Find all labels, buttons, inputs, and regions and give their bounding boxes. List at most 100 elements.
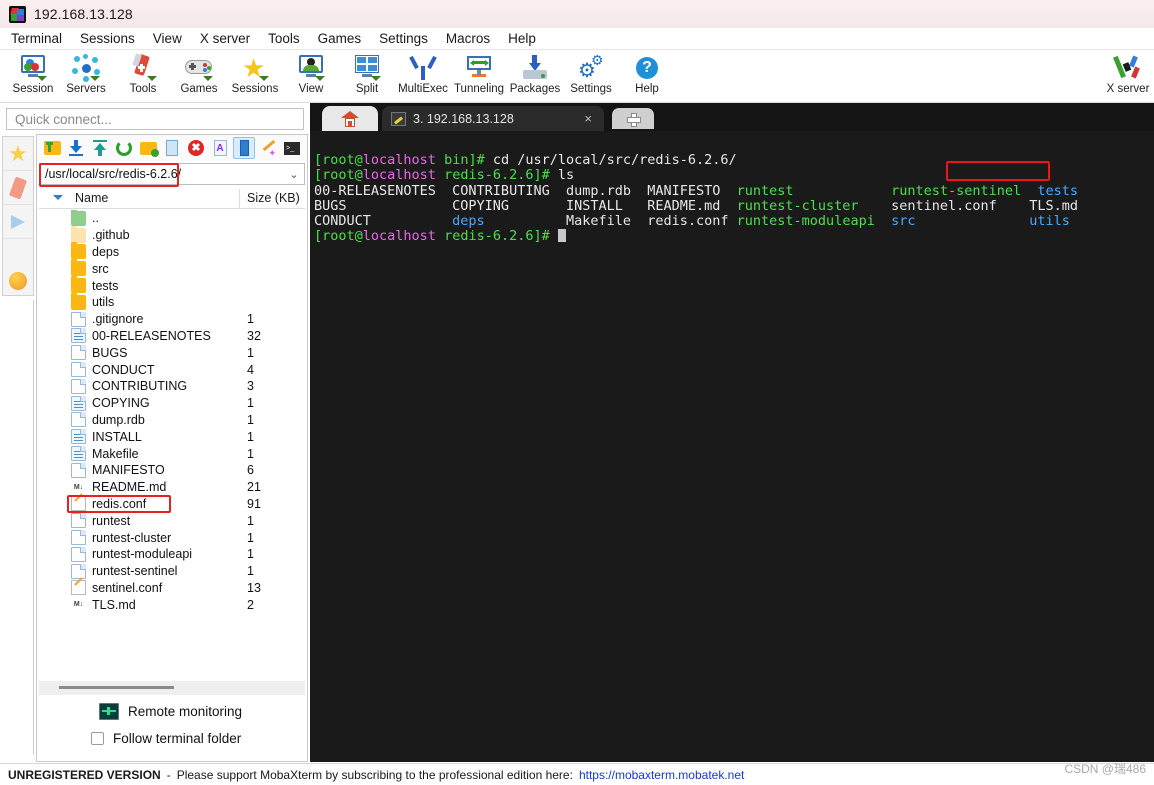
file-size: 1 xyxy=(247,513,254,528)
download-icon[interactable] xyxy=(65,137,87,159)
toolbar-packages-label: Packages xyxy=(509,83,561,95)
file-name: src xyxy=(92,261,109,276)
close-icon[interactable]: × xyxy=(584,111,592,126)
file-icon xyxy=(71,362,86,378)
file-size: 1 xyxy=(247,530,254,545)
menu-games[interactable]: Games xyxy=(309,29,371,48)
home-tab[interactable] xyxy=(322,106,378,131)
toolbar-x-server-button[interactable]: X server xyxy=(1095,52,1154,102)
new-folder-icon[interactable] xyxy=(137,137,159,159)
status-dash: - xyxy=(166,767,171,782)
menu-x-server[interactable]: X server xyxy=(191,29,259,48)
follow-terminal-checkbox[interactable] xyxy=(91,732,104,745)
file-icon xyxy=(71,412,86,428)
delete-icon[interactable]: ✖ xyxy=(185,137,207,159)
list-item[interactable]: MANIFESTO 6 xyxy=(39,462,305,479)
menu-macros[interactable]: Macros xyxy=(437,29,499,48)
list-item[interactable]: M↓ TLS.md 2 xyxy=(39,596,305,613)
list-item-redis-conf[interactable]: redis.conf 91 xyxy=(39,494,305,513)
horizontal-scrollbar[interactable] xyxy=(39,681,305,695)
binary-mode-icon[interactable] xyxy=(233,137,255,159)
file-name: .github xyxy=(92,228,130,243)
new-file-icon[interactable] xyxy=(161,137,183,159)
file-size: 21 xyxy=(247,480,261,495)
menu-view[interactable]: View xyxy=(144,29,191,48)
list-item[interactable]: runtest-moduleapi 1 xyxy=(39,546,305,563)
list-item[interactable]: Makefile 1 xyxy=(39,445,305,462)
star-icon: ★ xyxy=(240,54,270,82)
list-item[interactable]: .github xyxy=(39,225,305,244)
follow-terminal-folder-option[interactable]: Follow terminal folder xyxy=(91,731,241,746)
menu-sessions[interactable]: Sessions xyxy=(71,29,144,48)
new-tab-button[interactable] xyxy=(612,108,654,129)
rail-item-tools[interactable] xyxy=(3,171,33,205)
rail-item-globe[interactable] xyxy=(2,262,34,300)
paper-plane-sftp-icon xyxy=(11,214,25,229)
menu-help[interactable]: Help xyxy=(499,29,545,48)
rail-item-sftp[interactable] xyxy=(3,205,33,239)
sort-arrow-icon[interactable] xyxy=(53,195,63,200)
list-item[interactable]: src xyxy=(39,259,305,277)
file-icon xyxy=(71,462,86,478)
text-mode-icon[interactable]: A xyxy=(209,137,231,159)
menu-settings[interactable]: Settings xyxy=(370,29,437,48)
remote-monitoring-button[interactable]: Remote monitoring xyxy=(99,703,242,720)
file-name: runtest xyxy=(92,513,131,528)
list-item[interactable]: .. xyxy=(39,210,305,227)
tab-session-3[interactable]: 3. 192.168.13.128 × xyxy=(382,106,604,131)
refresh-icon[interactable] xyxy=(113,137,135,159)
list-item[interactable]: COPYING 1 xyxy=(39,395,305,412)
file-size: 2 xyxy=(247,597,254,612)
mobaxterm-app: 192.168.13.128 Terminal Sessions View X … xyxy=(0,0,1154,785)
view-person-monitor-icon xyxy=(296,54,326,82)
path-input[interactable]: /usr/local/src/redis-6.2.6/ ⌄ xyxy=(39,163,305,187)
list-item[interactable]: runtest 1 xyxy=(39,512,305,529)
mobaxterm-link[interactable]: https://mobaxterm.mobatek.net xyxy=(579,768,744,782)
list-item[interactable]: runtest-cluster 1 xyxy=(39,529,305,546)
list-item[interactable]: deps xyxy=(39,242,305,261)
chevron-down-icon[interactable]: ⌄ xyxy=(284,168,304,181)
menu-tools[interactable]: Tools xyxy=(259,29,309,48)
path-value: /usr/local/src/redis-6.2.6/ xyxy=(45,167,182,181)
list-item[interactable]: sentinel.conf 13 xyxy=(39,580,305,597)
list-item[interactable]: M↓ README.md 21 xyxy=(39,479,305,496)
list-item[interactable]: INSTALL 1 xyxy=(39,428,305,445)
terminal-icon[interactable]: >_ xyxy=(281,137,303,159)
file-size: 1 xyxy=(247,345,254,360)
list-item[interactable]: utils xyxy=(39,292,305,311)
file-size: 1 xyxy=(247,312,254,327)
list-item[interactable]: .gitignore 1 xyxy=(39,311,305,328)
gamepad-icon xyxy=(184,54,214,82)
list-item[interactable]: runtest-sentinel 1 xyxy=(39,563,305,580)
ssh-session-icon xyxy=(391,111,406,126)
toolbar-session-label: Session xyxy=(12,83,54,95)
home-icon xyxy=(341,110,359,127)
rail-item-favorites[interactable]: ★ xyxy=(3,137,33,171)
list-item[interactable]: dump.rdb 1 xyxy=(39,412,305,429)
terminal-output[interactable]: [root@localhost bin]# cd /usr/local/src/… xyxy=(310,131,1154,762)
file-name: deps xyxy=(92,244,120,259)
list-item[interactable]: CONTRIBUTING 3 xyxy=(39,378,305,395)
toolbar-tunneling-label: Tunneling xyxy=(453,83,505,95)
column-header-size[interactable]: Size (KB) xyxy=(247,191,300,205)
toolbar-help-button[interactable]: ? Help xyxy=(614,52,680,102)
toolbar-view-label: View xyxy=(298,83,324,95)
scrollbar-thumb[interactable] xyxy=(59,686,174,689)
list-item[interactable]: 00-RELEASENOTES 32 xyxy=(39,328,305,345)
list-item[interactable]: CONDUCT 4 xyxy=(39,361,305,378)
file-name: .. xyxy=(92,211,99,226)
file-name: .gitignore xyxy=(92,312,144,327)
list-item[interactable]: BUGS 1 xyxy=(39,344,305,361)
go-up-folder-icon[interactable] xyxy=(41,137,63,159)
list-item[interactable]: tests xyxy=(39,276,305,294)
file-size: 13 xyxy=(247,580,261,595)
quick-connect-bar[interactable]: Quick connect... xyxy=(6,108,304,130)
quick-edit-icon[interactable]: ✦ xyxy=(257,137,279,159)
file-name: runtest-sentinel xyxy=(92,564,178,579)
column-header-name[interactable]: Name xyxy=(75,191,108,205)
file-lines-icon xyxy=(71,395,86,411)
menu-terminal[interactable]: Terminal xyxy=(2,29,71,48)
upload-icon[interactable] xyxy=(89,137,111,159)
file-size: 3 xyxy=(247,379,254,394)
file-icon xyxy=(71,378,86,394)
